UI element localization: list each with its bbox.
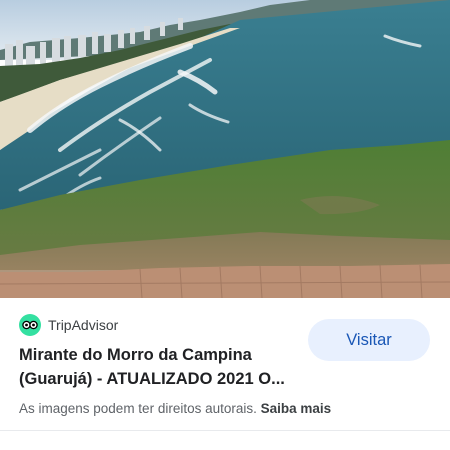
- tripadvisor-owl-icon: [19, 314, 41, 336]
- learn-more-link[interactable]: Saiba mais: [261, 401, 332, 416]
- visit-button[interactable]: Visitar: [308, 319, 430, 361]
- title-line-1: Mirante do Morro da Campina: [19, 346, 252, 364]
- source-name: TripAdvisor: [48, 317, 119, 333]
- divider: [0, 430, 450, 431]
- source-row[interactable]: TripAdvisor: [19, 314, 118, 336]
- title-line-2: (Guarujá) - ATUALIZADO 2021 O...: [19, 370, 285, 388]
- copyright-notice: As imagens podem ter direitos autorais. …: [19, 401, 331, 416]
- copyright-text: As imagens podem ter direitos autorais.: [19, 401, 257, 416]
- result-image[interactable]: [0, 0, 450, 298]
- result-card[interactable]: TripAdvisor Mirante do Morro da Campina …: [0, 298, 450, 450]
- result-title[interactable]: Mirante do Morro da Campina (Guarujá) - …: [19, 343, 299, 391]
